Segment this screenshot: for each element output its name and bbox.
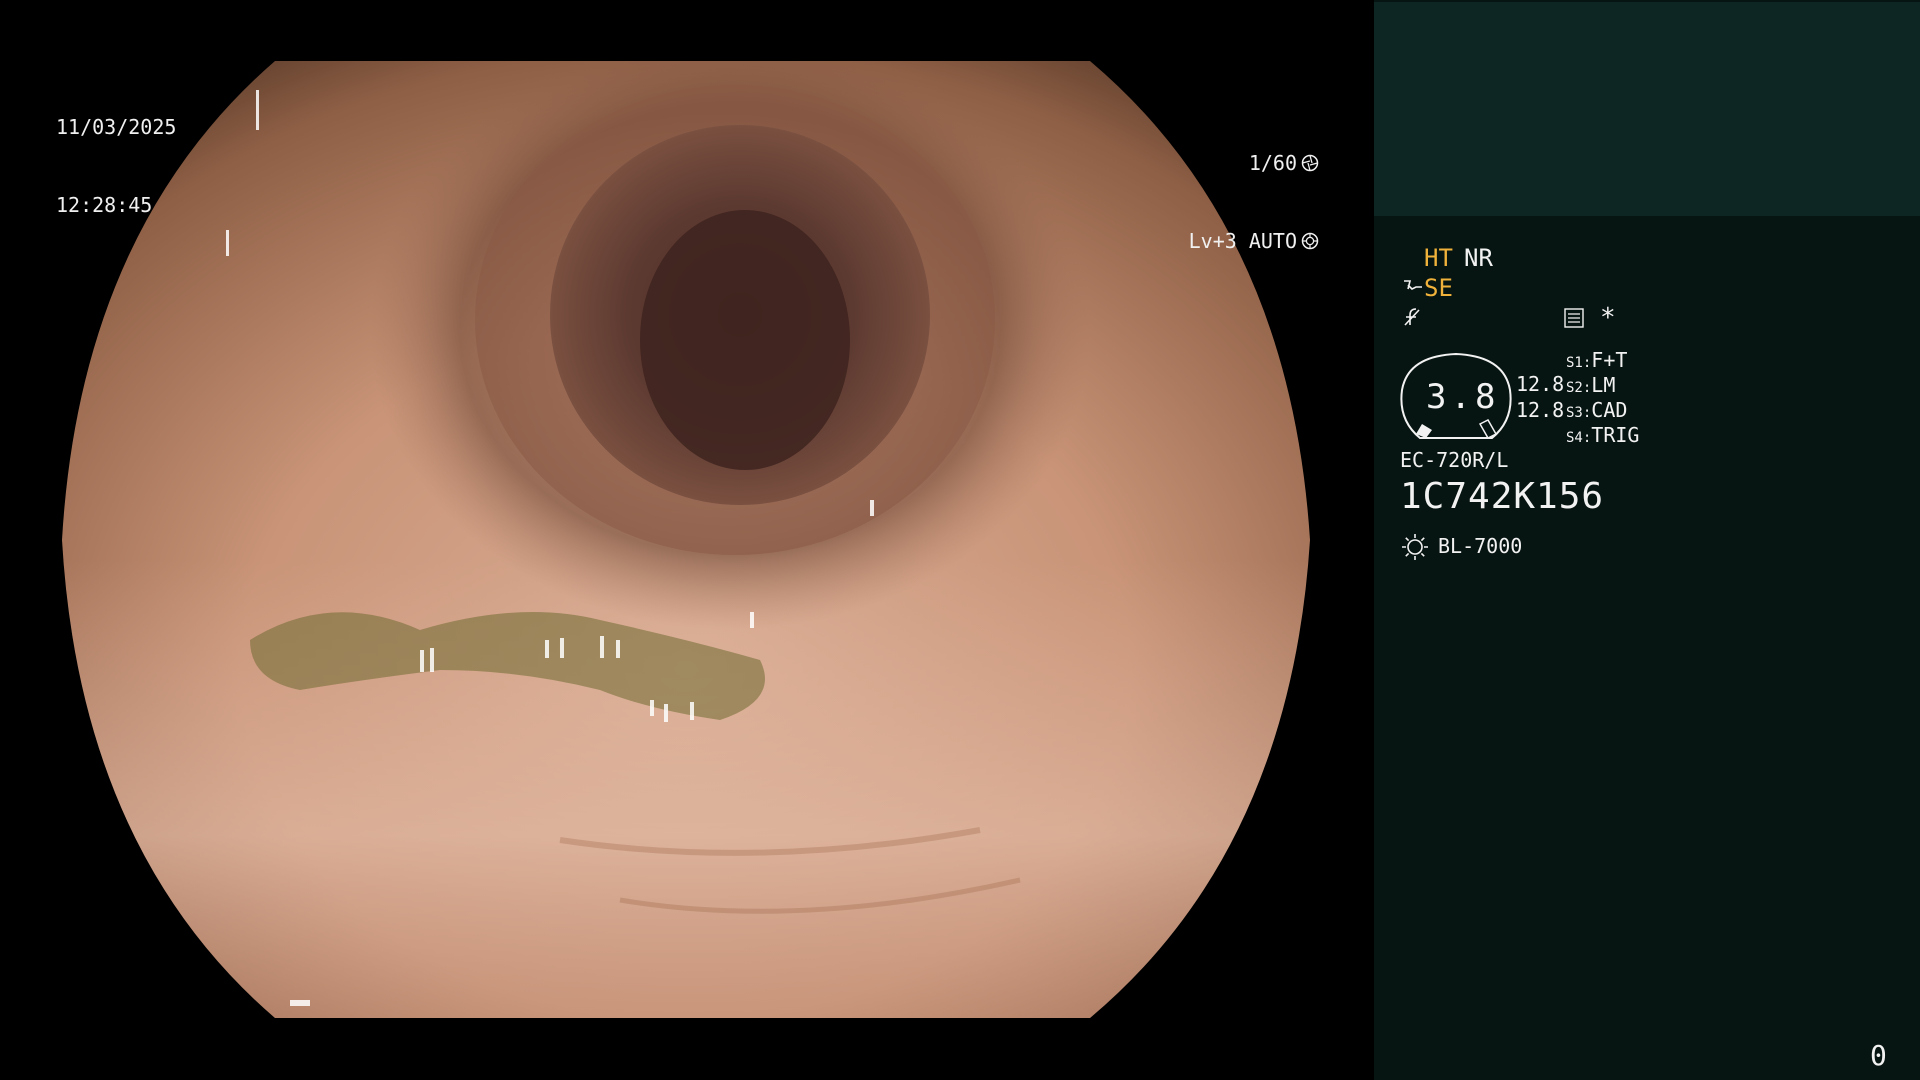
star-indicator: *: [1600, 303, 1616, 333]
switch-4-key: S4:: [1566, 430, 1592, 446]
colon-lumen-image: [62, 61, 1310, 1018]
shutter-icon: [1301, 154, 1319, 172]
nr-indicator: NR: [1464, 244, 1493, 272]
switch-1-value: F+T: [1591, 348, 1628, 372]
time-text: 12:28:45: [56, 193, 153, 217]
switch-2: S2:LM: [1566, 373, 1615, 400]
light-source-model: BL-7000: [1438, 534, 1523, 558]
level-row: Lv+3 AUTO: [1189, 228, 1319, 254]
switch-2-value: LM: [1591, 373, 1616, 397]
switch-3: S3:CAD: [1566, 398, 1627, 425]
switch-1-key: S1:: [1566, 355, 1592, 371]
exposure-readout: 1/60 Lv+3 AUTO: [1189, 98, 1319, 306]
ht-indicator: HT: [1424, 244, 1453, 272]
scope-model: EC-720R/L: [1400, 448, 1509, 472]
frame-counter: 0: [1870, 1039, 1887, 1072]
switch-4: S4:TRIG: [1566, 423, 1639, 450]
patient-info-area: [1374, 2, 1920, 216]
status-panel: HT NR SE * 3.8 12.8 12.8 S1:F+T S2:LM S3…: [1374, 0, 1920, 1080]
shutter-text: 1/60: [1248, 151, 1297, 175]
shutter-row: 1/60: [1189, 150, 1319, 176]
switch-4-value: TRIG: [1591, 423, 1640, 447]
switch-3-key: S3:: [1566, 405, 1592, 421]
se-indicator: SE: [1424, 274, 1453, 302]
date-text: 11/03/2025: [56, 115, 177, 139]
scope-serial: 1C742K156: [1400, 476, 1605, 517]
date-time-readout: 11/03/2025 12:28:45: [56, 62, 176, 270]
switch-1: S1:F+T: [1566, 348, 1627, 375]
freeze-icon: [1404, 308, 1420, 326]
switch-3-value: CAD: [1591, 398, 1628, 422]
iris-icon: [1301, 232, 1319, 250]
switch-2-key: S2:: [1566, 380, 1592, 396]
light-source-icon: [1402, 534, 1428, 560]
endoscope-view: 11/03/2025 12:28:45 1/60 Lv+3 AUTO: [0, 0, 1372, 1080]
value-a: 12.8: [1516, 372, 1565, 396]
menu-list-icon: [1564, 308, 1584, 328]
structure-enhance-icon: [1404, 280, 1422, 290]
level-text: Lv+3 AUTO: [1188, 229, 1297, 253]
gauge-value: 3.8: [1426, 377, 1500, 417]
value-b: 12.8: [1516, 398, 1565, 422]
